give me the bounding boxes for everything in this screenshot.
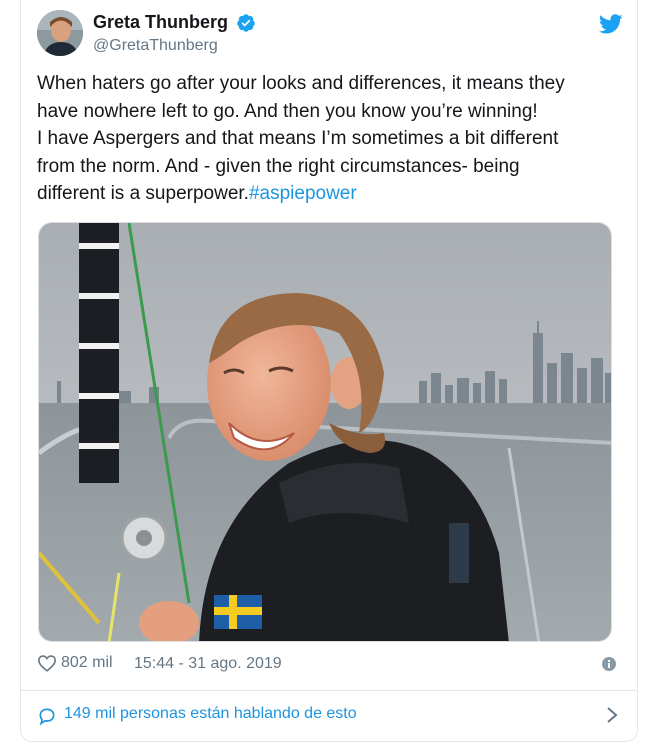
like-button[interactable]: 802 mil — [37, 654, 113, 672]
tweet-card: Greta Thunberg @GretaThunberg When hater… — [20, 0, 638, 742]
avatar[interactable] — [37, 10, 83, 56]
verified-badge-icon — [237, 13, 256, 32]
tweet-line: When haters go after your looks and diff… — [37, 73, 565, 94]
tweet-line: from the norm. And - given the right cir… — [37, 155, 520, 177]
tweet-line-text: different is a superpower. — [37, 183, 249, 204]
like-count: 802 mil — [61, 654, 113, 671]
tweet-photo[interactable] — [38, 222, 612, 642]
divider — [21, 690, 637, 691]
conversation-link[interactable]: 149 mil personas están hablando de esto — [37, 704, 623, 728]
speech-bubble-icon — [39, 708, 55, 726]
author-names: Greta Thunberg @GretaThunberg — [93, 12, 256, 55]
tweet-line: I have Aspergers and that means I’m some… — [37, 128, 559, 149]
conversation-label: 149 mil personas están hablando de esto — [64, 705, 357, 722]
chevron-right-icon — [607, 707, 618, 723]
info-icon[interactable] — [601, 656, 617, 672]
display-name[interactable]: Greta Thunberg — [93, 12, 228, 33]
author-handle[interactable]: @GretaThunberg — [93, 37, 256, 55]
tweet-text: When haters go after your looks and diff… — [37, 70, 627, 208]
hashtag-link[interactable]: #aspiepower — [249, 183, 357, 204]
tweet-meta: 802 mil 15:44 - 31 ago. 2019 — [37, 654, 623, 678]
tweet-header: Greta Thunberg @GretaThunberg — [37, 10, 623, 60]
timestamp[interactable]: 15:44 - 31 ago. 2019 — [134, 655, 282, 673]
heart-icon — [37, 655, 57, 672]
tweet-line-last: different is a superpower.#aspiepower — [37, 180, 627, 208]
twitter-bird-icon[interactable] — [599, 12, 623, 36]
tweet-line: have nowhere left to go. And then you kn… — [37, 100, 538, 122]
